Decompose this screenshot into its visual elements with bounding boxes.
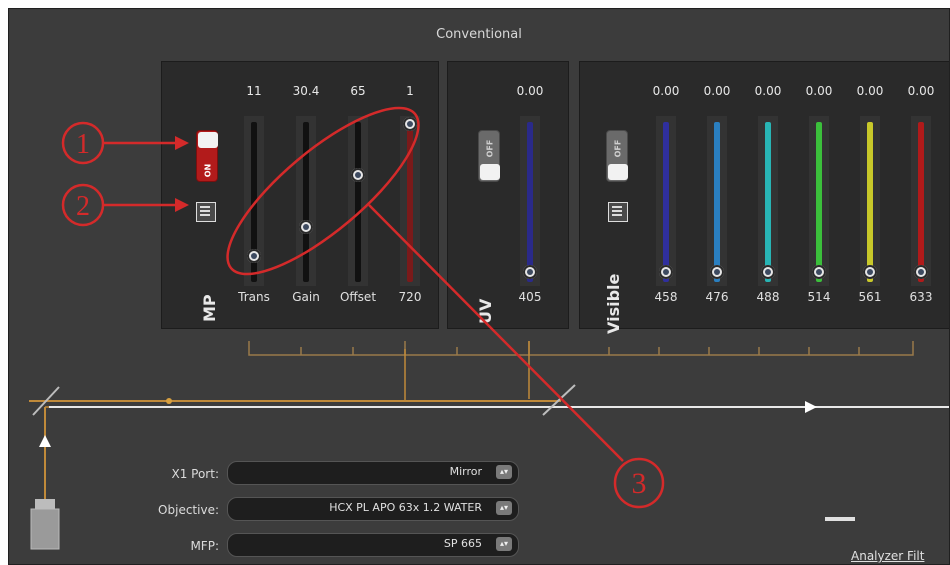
analyzer-filter-link[interactable]: Analyzer Filt — [851, 549, 924, 563]
annotation-one: 1 — [76, 129, 90, 160]
spinner-icon[interactable]: ▴▾ — [496, 501, 512, 515]
spinner-icon[interactable]: ▴▾ — [496, 537, 512, 551]
setting-dropdown[interactable]: Mirror ▴▾ — [227, 461, 519, 485]
analyzer-dash — [825, 517, 855, 521]
annotation-two: 2 — [76, 191, 90, 222]
setting-value: HCX PL APO 63x 1.2 WATER — [329, 501, 482, 514]
spinner-icon[interactable]: ▴▾ — [496, 465, 512, 479]
setting-value: SP 665 — [443, 537, 482, 550]
setting-row: MFP: SP 665 ▴▾ — [109, 533, 529, 559]
setting-label: X1 Port: — [171, 467, 219, 481]
setting-dropdown[interactable]: SP 665 ▴▾ — [227, 533, 519, 557]
setting-row: Objective: HCX PL APO 63x 1.2 WATER ▴▾ — [109, 497, 529, 523]
setting-value: Mirror — [449, 465, 482, 478]
annotation-three: 3 — [632, 467, 647, 500]
setting-row: X1 Port: Mirror ▴▾ — [109, 461, 529, 487]
setting-label: Objective: — [158, 503, 219, 517]
setting-dropdown[interactable]: HCX PL APO 63x 1.2 WATER ▴▾ — [227, 497, 519, 521]
app-window: Conventional MP ON 11 Trans 30.4 Gain 65 Offs… — [8, 8, 950, 565]
setting-label: MFP: — [190, 539, 219, 553]
